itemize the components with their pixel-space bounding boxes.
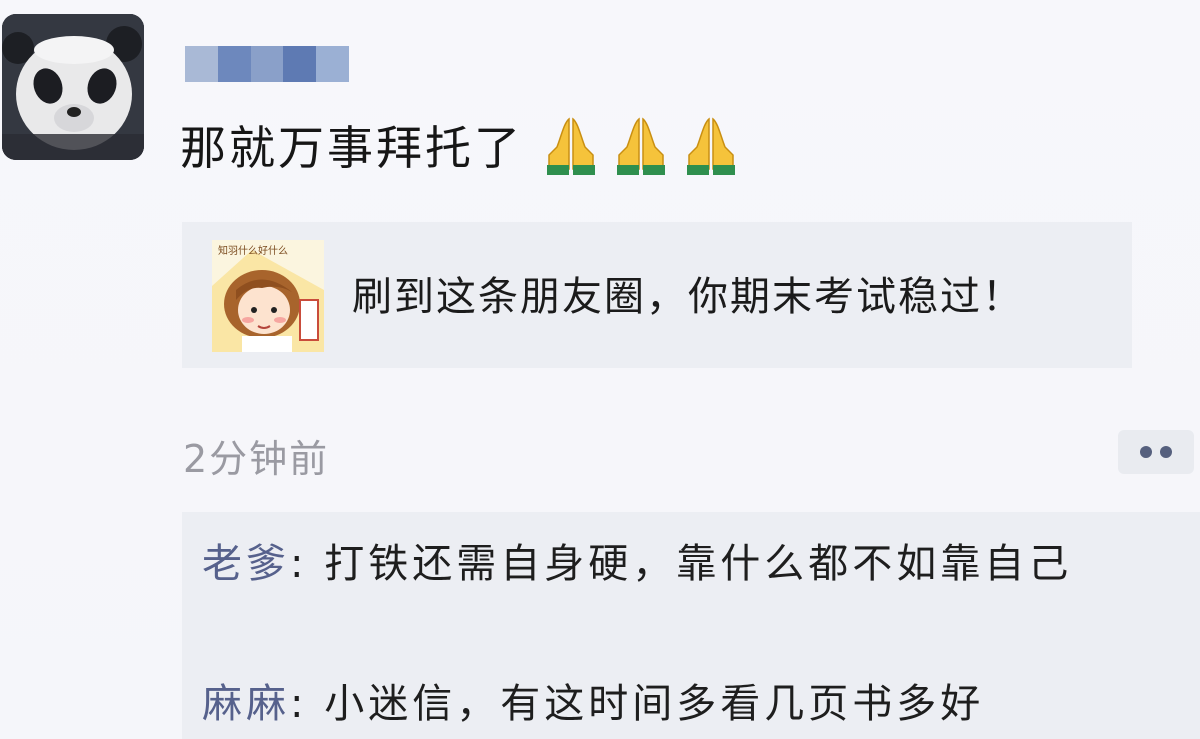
shared-link-card[interactable]: 知羽什么好什么 刷到这条朋友圈，你期末考试稳过！: [182, 222, 1132, 368]
comment-author[interactable]: 老爹: [202, 541, 290, 587]
folded-hands-icon: [617, 117, 665, 175]
avatar[interactable]: [2, 14, 144, 160]
more-actions-button[interactable]: [1118, 430, 1194, 474]
emoji-group: [539, 113, 743, 177]
comment-item[interactable]: 老爹: 打铁还需自身硬，靠什么都不如靠自己: [202, 534, 1182, 594]
comment-author[interactable]: 麻麻: [202, 681, 290, 727]
more-dot-icon: [1140, 446, 1152, 458]
cartoon-girl-image: 知羽什么好什么: [212, 240, 324, 352]
post-text-content: 那就万事拜托了: [180, 121, 523, 175]
link-title: 刷到这条朋友圈，你期末考试稳过！: [352, 274, 1024, 320]
comment-text: 小迷信，有这时间多看几页书多好: [324, 681, 985, 727]
comment-item[interactable]: 麻麻: 小迷信，有这时间多看几页书多好: [202, 674, 1182, 734]
folded-hands-icon: [547, 117, 595, 175]
comment-separator: :: [290, 541, 325, 587]
folded-hands-icon: [687, 117, 735, 175]
thumbnail-caption: 知羽什么好什么: [218, 244, 288, 257]
panda-avatar-image: [2, 14, 144, 160]
username-blurred[interactable]: [185, 46, 349, 82]
post-text: 那就万事拜托了: [180, 110, 743, 180]
comments-section: 老爹: 打铁还需自身硬，靠什么都不如靠自己 麻麻: 小迷信，有这时间多看几页书多…: [182, 512, 1200, 739]
moments-post: 那就万事拜托了 知羽什么好什么 刷到这条朋友圈，你期末考试稳过！ 2分钟前 老爹…: [0, 0, 1200, 739]
link-thumbnail: 知羽什么好什么: [212, 240, 324, 352]
more-dot-icon: [1160, 446, 1172, 458]
post-timestamp: 2分钟前: [183, 437, 330, 481]
comment-separator: :: [290, 681, 325, 727]
comment-text: 打铁还需自身硬，靠什么都不如靠自己: [324, 541, 1073, 587]
